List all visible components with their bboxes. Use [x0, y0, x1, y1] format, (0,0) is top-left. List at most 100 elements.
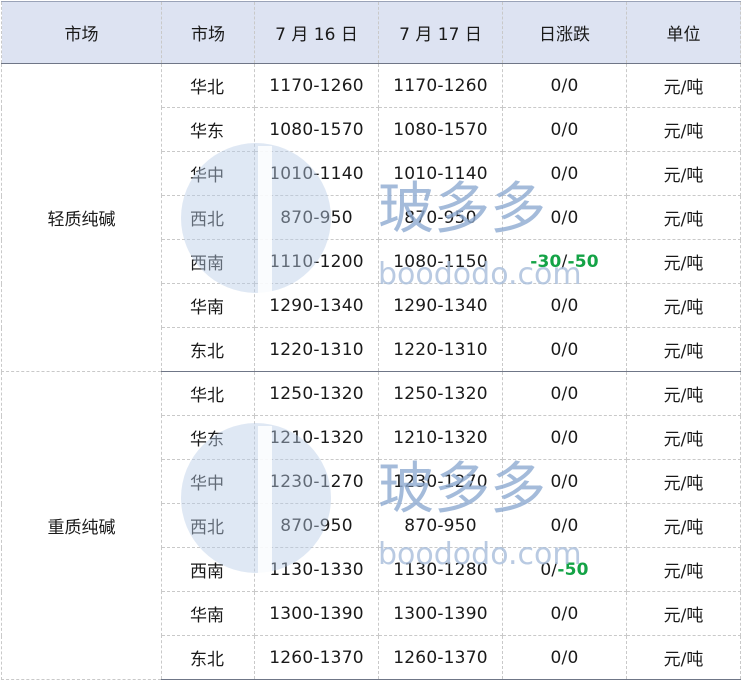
region-cell: 华中: [161, 151, 255, 196]
unit-cell: 元/吨: [626, 591, 741, 636]
daily-change-cell: 0/0: [502, 371, 627, 416]
change-high: 0: [567, 339, 579, 360]
region-cell: 华南: [161, 591, 255, 636]
daily-change-cell: 0/0: [502, 283, 627, 328]
change-low: 0: [550, 603, 562, 624]
price-jul17-cell: 1300-1390: [378, 591, 503, 636]
daily-change-cell: 0/0: [502, 503, 627, 548]
daily-change-cell: 0/0: [502, 327, 627, 372]
price-jul16-cell: 1130-1330: [254, 547, 379, 592]
change-low: 0: [540, 559, 552, 580]
table-header-row: 市场 市场 7 月 16 日 7 月 17 日 日涨跌 单位: [1, 1, 741, 64]
change-high: 0: [567, 207, 579, 228]
header-date-16: 7 月 16 日: [254, 1, 379, 64]
change-high: 0: [567, 119, 579, 140]
price-jul17-cell: 1250-1320: [378, 371, 503, 416]
price-jul17-cell: 1260-1370: [378, 635, 503, 680]
change-high: 0: [567, 515, 579, 536]
price-jul17-cell: 1130-1280: [378, 547, 503, 592]
unit-cell: 元/吨: [626, 283, 741, 328]
change-low: 0: [550, 75, 562, 96]
daily-change-cell: 0/0: [502, 591, 627, 636]
unit-cell: 元/吨: [626, 415, 741, 460]
unit-cell: 元/吨: [626, 239, 741, 284]
header-date-17: 7 月 17 日: [378, 1, 503, 64]
table-row: 轻质纯碱 华北 1170-1260 1170-1260 0/0 元/吨: [1, 63, 741, 372]
region-cell: 西北: [161, 503, 255, 548]
change-high: 0: [567, 163, 579, 184]
price-jul16-cell: 870-950: [254, 195, 379, 240]
change-low: 0: [550, 427, 562, 448]
price-jul16-cell: 1230-1270: [254, 459, 379, 504]
price-jul16-cell: 1080-1570: [254, 107, 379, 152]
price-jul16-cell: 1010-1140: [254, 151, 379, 196]
price-jul17-cell: 1010-1140: [378, 151, 503, 196]
header-market-category: 市场: [1, 1, 162, 64]
price-jul16-cell: 1210-1320: [254, 415, 379, 460]
change-low: 0: [550, 295, 562, 316]
price-jul16-cell: 1250-1320: [254, 371, 379, 416]
price-table: 市场 市场 7 月 16 日 7 月 17 日 日涨跌 单位 轻质纯碱 华北 117…: [1, 1, 741, 680]
change-high: 0: [567, 471, 579, 492]
change-high: -50: [557, 559, 589, 580]
change-low: 0: [550, 471, 562, 492]
daily-change-cell: 0/0: [502, 635, 627, 680]
region-cell: 华南: [161, 283, 255, 328]
unit-cell: 元/吨: [626, 635, 741, 680]
daily-change-cell: 0/-50: [502, 547, 627, 592]
change-low: -30: [530, 251, 562, 272]
unit-cell: 元/吨: [626, 503, 741, 548]
daily-change-cell: -30/-50: [502, 239, 627, 284]
region-cell: 西北: [161, 195, 255, 240]
unit-cell: 元/吨: [626, 195, 741, 240]
price-jul17-cell: 1080-1150: [378, 239, 503, 284]
change-high: 0: [567, 603, 579, 624]
change-low: 0: [550, 339, 562, 360]
price-jul16-cell: 1260-1370: [254, 635, 379, 680]
change-low: 0: [550, 515, 562, 536]
region-cell: 东北: [161, 327, 255, 372]
daily-change-cell: 0/0: [502, 459, 627, 504]
unit-cell: 元/吨: [626, 547, 741, 592]
change-high: -50: [567, 251, 599, 272]
change-low: 0: [550, 119, 562, 140]
region-cell: 西南: [161, 239, 255, 284]
price-jul16-cell: 1300-1390: [254, 591, 379, 636]
region-cell: 华北: [161, 371, 255, 416]
header-market-region: 市场: [161, 1, 255, 64]
region-cell: 东北: [161, 635, 255, 680]
unit-cell: 元/吨: [626, 371, 741, 416]
price-jul16-cell: 1170-1260: [254, 63, 379, 108]
price-jul17-cell: 1290-1340: [378, 283, 503, 328]
price-jul17-cell: 1080-1570: [378, 107, 503, 152]
price-jul17-cell: 1170-1260: [378, 63, 503, 108]
change-high: 0: [567, 427, 579, 448]
daily-change-cell: 0/0: [502, 107, 627, 152]
price-jul17-cell: 870-950: [378, 503, 503, 548]
price-jul16-cell: 1110-1200: [254, 239, 379, 284]
price-jul17-cell: 1210-1320: [378, 415, 503, 460]
region-cell: 华北: [161, 63, 255, 108]
unit-cell: 元/吨: [626, 327, 741, 372]
change-low: 0: [550, 383, 562, 404]
unit-cell: 元/吨: [626, 63, 741, 108]
region-cell: 西南: [161, 547, 255, 592]
change-low: 0: [550, 647, 562, 668]
table-body: 轻质纯碱 华北 1170-1260 1170-1260 0/0 元/吨 华东 1080-157…: [1, 63, 741, 680]
price-jul16-cell: 1220-1310: [254, 327, 379, 372]
group-name-cell: 轻质纯碱: [1, 63, 162, 372]
change-high: 0: [567, 295, 579, 316]
header-unit: 单位: [626, 1, 741, 64]
unit-cell: 元/吨: [626, 459, 741, 504]
table-row: 重质纯碱 华北 1250-1320 1250-1320 0/0 元/吨: [1, 371, 741, 680]
change-high: 0: [567, 75, 579, 96]
price-jul16-cell: 870-950: [254, 503, 379, 548]
change-low: 0: [550, 207, 562, 228]
price-jul17-cell: 1220-1310: [378, 327, 503, 372]
price-jul16-cell: 1290-1340: [254, 283, 379, 328]
price-jul17-cell: 1230-1270: [378, 459, 503, 504]
change-low: 0: [550, 163, 562, 184]
group-name-cell: 重质纯碱: [1, 371, 162, 680]
region-cell: 华东: [161, 415, 255, 460]
change-high: 0: [567, 647, 579, 668]
